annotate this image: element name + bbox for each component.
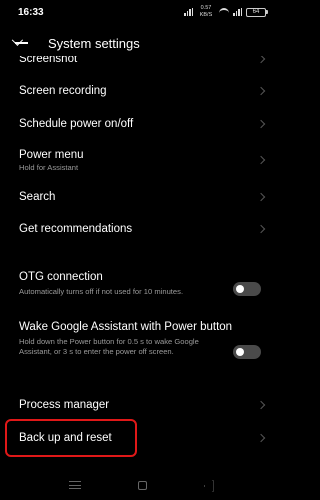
row-title: Screen recording [19,85,107,97]
status-time: 16:33 [18,6,44,18]
status-icons: 0.57 KB/S 64 [184,5,268,19]
row-title: Schedule power on/off [19,118,134,130]
row-process-manager[interactable]: Process manager [0,398,280,412]
battery-icon: 64 [246,7,268,17]
network-speed: 0.57 KB/S [199,5,213,18]
row-title: Get recommendations [19,223,133,235]
row-subtitle: Hold for Assistant [19,163,79,172]
row-power-menu[interactable]: Power menu Hold for Assistant [0,148,280,173]
back-triangle-icon[interactable] [204,480,212,490]
status-bar: 16:33 0.57 KB/S 64 [0,0,280,24]
recent-apps-icon[interactable] [68,481,81,489]
row-subtitle: Hold down the Power button for 0.5 s to … [19,337,199,356]
back-arrow-icon[interactable] [12,32,34,54]
page-title: System settings [48,35,140,51]
row-title: Wake Google Assistant with Power button [19,321,233,333]
row-search[interactable]: Search [0,190,280,204]
row-wake-google-assistant[interactable]: Wake Google Assistant with Power button … [0,320,280,359]
row-title: Search [19,191,56,203]
signal-icon-2 [233,8,242,16]
navigation-bar [0,470,280,500]
row-screen-recording[interactable]: Screen recording [0,84,280,98]
row-subtitle: Automatically turns off if not used for … [19,287,184,296]
row-title: Process manager [19,399,110,411]
battery-level: 64 [246,7,266,17]
row-title: Power menu [19,149,84,161]
signal-icon [184,8,193,16]
wake-assistant-toggle[interactable] [233,345,261,359]
otg-toggle[interactable] [233,282,261,296]
row-schedule-power[interactable]: Schedule power on/off [0,117,280,131]
highlight-box [5,419,137,457]
app-header: System settings [0,30,280,56]
wifi-icon [219,8,229,16]
row-get-recommendations[interactable]: Get recommendations [0,222,280,236]
row-title: OTG connection [19,271,103,283]
row-otg-connection[interactable]: OTG connection Automatically turns off i… [0,270,280,297]
home-icon[interactable] [137,480,147,490]
